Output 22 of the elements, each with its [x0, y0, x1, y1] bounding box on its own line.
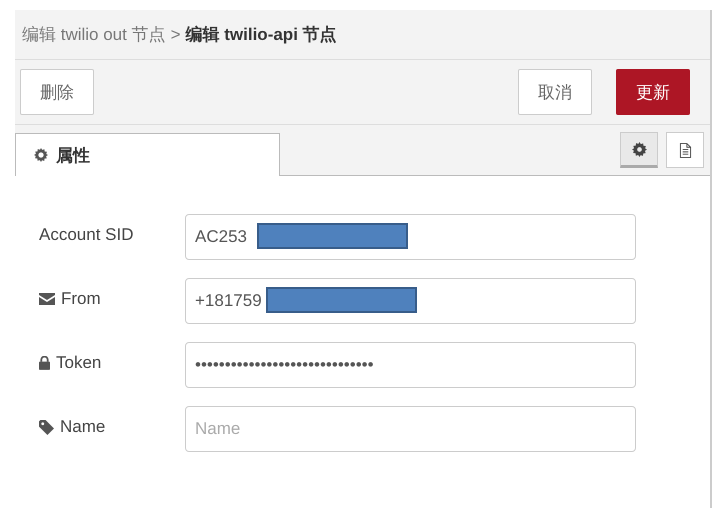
tab-label: 属性 — [56, 144, 90, 166]
tab[interactable]: 属性 — [15, 133, 280, 176]
input-field[interactable]: •••••••••••••••••••••••••••••• — [185, 342, 636, 388]
settings-icon — [632, 142, 646, 156]
field-label: Account SID — [39, 225, 134, 245]
toolbar-button[interactable]: 取消 — [518, 69, 592, 115]
document-icon — [678, 142, 692, 158]
field-label: From — [61, 289, 101, 309]
toolbar-button[interactable]: 更新 — [616, 69, 690, 115]
description-button[interactable] — [666, 132, 704, 168]
lock-icon — [39, 356, 50, 370]
gear-icon — [34, 148, 48, 162]
toolbar-button[interactable]: 删除 — [20, 69, 94, 115]
input-field[interactable]: Name — [185, 406, 636, 452]
tag-icon — [39, 420, 54, 434]
field-label: Name — [60, 417, 106, 437]
field-label: Token — [56, 353, 102, 373]
breadcrumb-item: 编辑 twilio-api 节点 — [186, 24, 337, 46]
settings-button[interactable] — [620, 132, 658, 168]
envelope-icon — [39, 293, 55, 305]
breadcrumb-item[interactable]: 编辑 twilio out 节点 — [22, 23, 166, 46]
breadcrumb-separator: > — [170, 24, 181, 44]
